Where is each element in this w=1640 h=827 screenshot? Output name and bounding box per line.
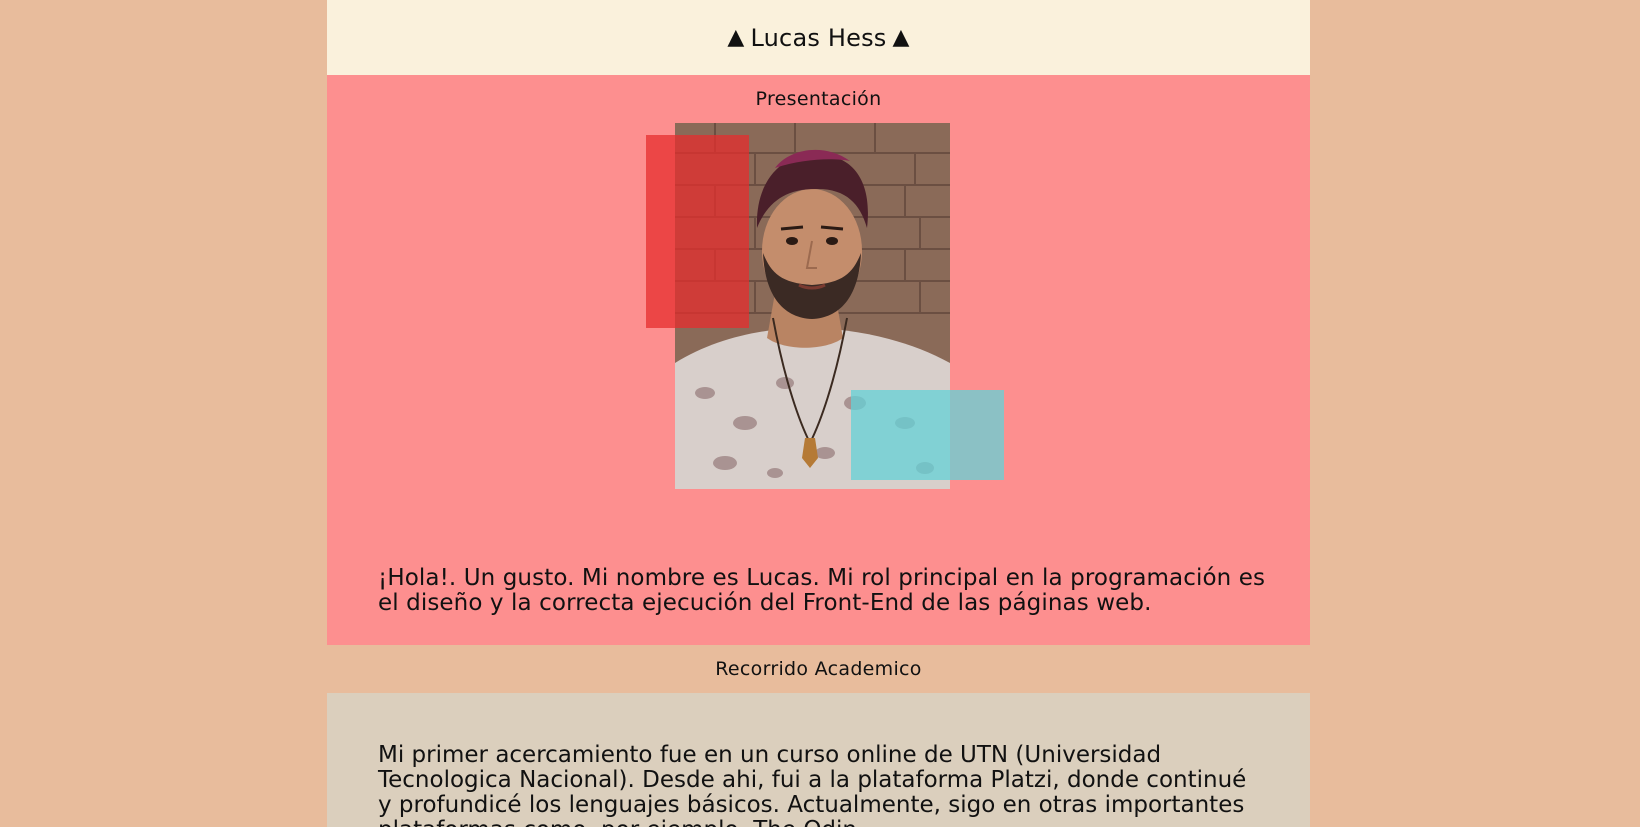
page: ▲ Lucas Hess ▲ Presentación ¡Hola!. Un g… — [327, 0, 1310, 827]
intro-paragraph: ¡Hola!. Un gusto. Mi nombre es Lucas. Mi… — [378, 565, 1266, 616]
presentation-title: Presentación — [755, 88, 882, 110]
triangle-right-icon: ▲ — [892, 25, 910, 50]
decorative-blue-block — [851, 390, 1004, 480]
academic-paragraph: Mi primer acercamiento fue en un curso o… — [378, 742, 1247, 827]
presentation-section: Presentación ¡Hola!. Un gusto. Mi nombre… — [327, 75, 1310, 645]
triangle-left-icon: ▲ — [727, 25, 745, 50]
academic-section-title: Recorrido Academico — [715, 658, 922, 680]
site-title: Lucas Hess — [750, 23, 887, 52]
site-header: ▲ Lucas Hess ▲ — [327, 0, 1310, 75]
decorative-red-block — [646, 135, 749, 328]
academic-section: Mi primer acercamiento fue en un curso o… — [327, 693, 1310, 827]
